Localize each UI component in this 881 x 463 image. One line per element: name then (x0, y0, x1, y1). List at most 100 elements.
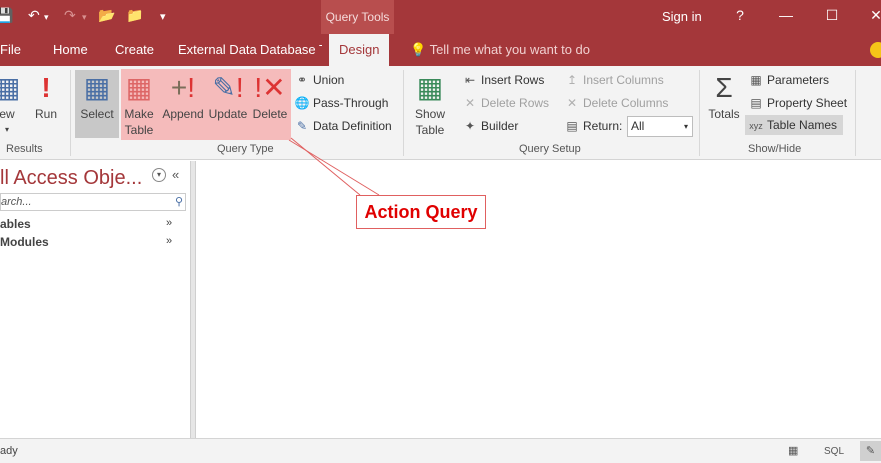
lightbulb-icon: 💡 (410, 42, 427, 57)
undo-icon[interactable]: ↶ (28, 7, 40, 24)
ribbon: ▦ ew ▾ ! Run Results ▦ Select ▦ Make Tab… (0, 66, 881, 160)
union-button[interactable]: ⚭ Union (294, 70, 344, 90)
action-query-callout: Action Query (356, 195, 486, 229)
minimize-icon[interactable]: — (776, 7, 796, 23)
append-button[interactable]: +! Append (160, 70, 206, 122)
union-icon: ⚭ (296, 73, 308, 87)
insert-rows-icon: ⇤ (464, 73, 476, 87)
show-table-label-2: Table (415, 123, 445, 137)
parameters-icon: ▦ (750, 73, 762, 87)
tab-database-tools[interactable]: Database Too (260, 34, 322, 66)
delete-rows-label: Delete Rows (481, 96, 550, 110)
tab-external-data[interactable]: External Data (178, 34, 257, 66)
status-bar: ady ▦ SQL ✎ (0, 438, 881, 463)
maximize-icon[interactable]: ☐ (822, 7, 842, 24)
search-input[interactable]: arch... ⚲ (0, 193, 186, 211)
return-select[interactable]: All ▾ (627, 116, 693, 137)
insert-rows-button[interactable]: ⇤ Insert Rows (462, 70, 544, 90)
query-setup-group-label: Query Setup (519, 143, 581, 155)
delete-columns-button[interactable]: ✕ Delete Columns (564, 93, 668, 113)
table-names-icon: xyz (749, 121, 763, 131)
update-icon: ✎! (212, 72, 244, 103)
document-workspace (196, 161, 881, 438)
redo-dropdown-icon[interactable]: ▾ (82, 12, 87, 23)
parameters-button[interactable]: ▦ Parameters (748, 70, 829, 90)
insert-columns-label: Insert Columns (583, 73, 664, 87)
separator (403, 70, 404, 156)
update-label: Update (208, 107, 248, 121)
undo-dropdown-icon[interactable]: ▾ (44, 12, 49, 23)
table-names-button[interactable]: xyz Table Names (745, 115, 843, 135)
make-table-icon: ▦ (125, 72, 153, 103)
make-table-button[interactable]: ▦ Make Table (122, 70, 156, 138)
nav-menu-chevron-icon[interactable]: ▾ (152, 168, 166, 182)
save-icon[interactable]: 💾 (0, 7, 13, 24)
run-icon: ! (41, 72, 51, 103)
view-button[interactable]: ▦ ew ▾ (0, 70, 20, 138)
show-hide-group-label: Show/Hide (748, 143, 802, 155)
insert-columns-icon: ↥ (566, 73, 578, 87)
property-sheet-button[interactable]: ▤ Property Sheet (748, 93, 847, 113)
return-value: All (631, 119, 645, 133)
delete-columns-icon: ✕ (566, 96, 578, 110)
run-label: Run (34, 107, 57, 121)
show-table-button[interactable]: ▦ Show Table (410, 70, 450, 138)
search-icon: ⚲ (174, 196, 183, 208)
globe-icon: 🌐 (294, 96, 310, 110)
nav-pane-title[interactable]: ll Access Obje... (0, 167, 142, 190)
data-definition-label: Data Definition (313, 119, 392, 133)
property-sheet-label: Property Sheet (767, 96, 848, 110)
sign-in-link[interactable]: Sign in (662, 9, 702, 24)
help-button[interactable]: ? (730, 7, 750, 23)
sql-view-button[interactable]: SQL (824, 446, 844, 457)
chevron-down-icon: ▾ (4, 125, 9, 134)
delete-label: Delete (252, 107, 288, 121)
builder-wand-icon: ✦ (464, 119, 476, 133)
delete-button[interactable]: !✕ Delete (251, 70, 289, 122)
tab-design[interactable]: Design (329, 34, 390, 66)
delete-query-icon: !✕ (254, 72, 286, 103)
nav-group-modules[interactable]: Modules (0, 235, 49, 249)
select-button[interactable]: ▦ Select (77, 70, 117, 122)
title-bar: 💾 ↶ ▾ ↷ ▾ 📂 📁 ▾ Query Tools Sign in ? — … (0, 0, 881, 34)
query-tools-context-tab: Query Tools (321, 0, 394, 34)
delete-rows-button[interactable]: ✕ Delete Rows (462, 93, 549, 113)
tell-me-search[interactable]: 💡 Tell me what you want to do (410, 34, 590, 66)
design-view-icon[interactable]: ✎ (860, 441, 881, 461)
select-query-icon: ▦ (83, 72, 111, 103)
table-names-label: Table Names (767, 118, 838, 132)
nav-group-tables[interactable]: ables (0, 217, 31, 231)
separator (855, 70, 856, 156)
separator (70, 70, 71, 156)
tab-file[interactable]: File (0, 34, 21, 66)
feedback-smiley-icon[interactable] (870, 42, 881, 58)
select-label: Select (80, 107, 114, 121)
return-label: Return: (583, 119, 623, 133)
separator (699, 70, 700, 156)
tab-create[interactable]: Create (115, 34, 154, 66)
close-icon[interactable]: ✕ (866, 7, 881, 24)
customize-qat-icon[interactable]: ▾ (160, 10, 166, 23)
folder-icon[interactable]: 📁 (126, 7, 143, 24)
collapse-pane-icon[interactable]: « (172, 167, 179, 182)
results-group-label: Results (6, 143, 43, 155)
totals-button[interactable]: Σ Totals (705, 70, 743, 122)
redo-icon[interactable]: ↷ (64, 7, 76, 24)
expand-chevron-icon[interactable]: » (166, 235, 172, 247)
datasheet-view-icon[interactable]: ▦ (788, 444, 798, 457)
insert-columns-button[interactable]: ↥ Insert Columns (564, 70, 664, 90)
insert-rows-label: Insert Rows (481, 73, 545, 87)
show-table-label-1: Show (414, 107, 446, 121)
update-button[interactable]: ✎! Update (206, 70, 250, 122)
expand-chevron-icon[interactable]: » (166, 217, 172, 229)
builder-button[interactable]: ✦ Builder (462, 116, 518, 136)
pass-through-button[interactable]: 🌐 Pass-Through (294, 93, 389, 113)
tab-home[interactable]: Home (53, 34, 88, 66)
show-table-icon: ▦ (416, 72, 444, 103)
view-label: ew (0, 107, 15, 121)
open-icon[interactable]: 📂 (98, 7, 115, 24)
data-definition-button[interactable]: ✎ Data Definition (294, 116, 392, 136)
view-icon: ▦ (0, 72, 21, 103)
run-button[interactable]: ! Run (32, 70, 60, 122)
builder-label: Builder (481, 119, 519, 133)
